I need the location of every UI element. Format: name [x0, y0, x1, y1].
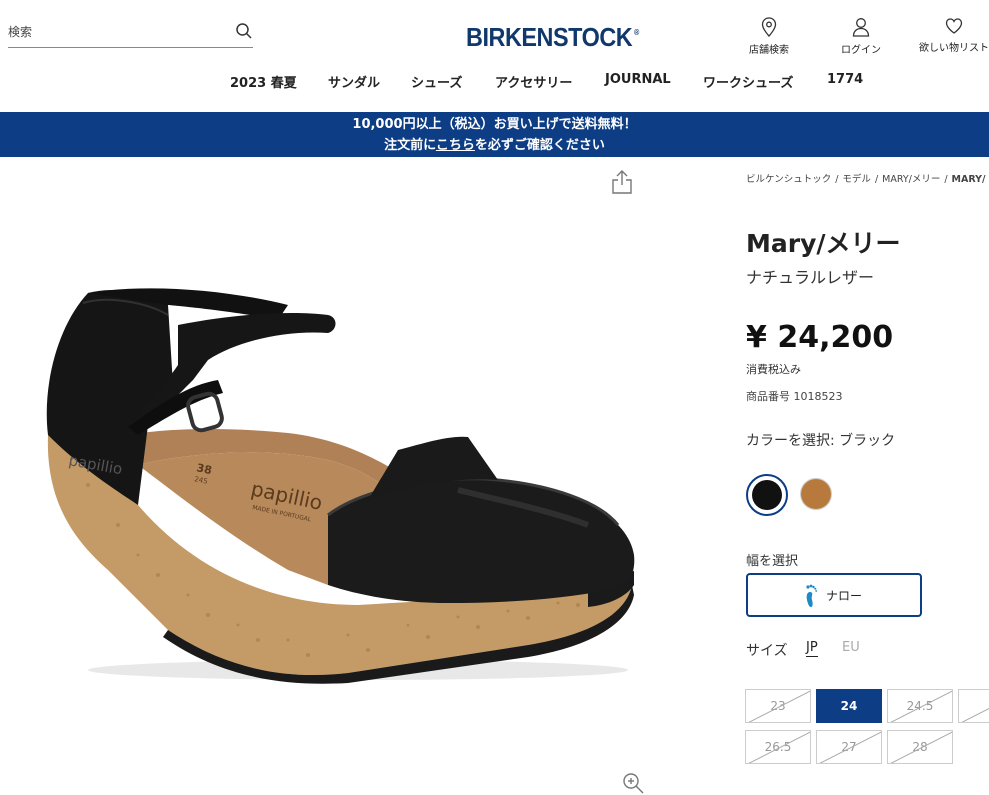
breadcrumb-current: MARY/ [951, 174, 986, 185]
user-icon [852, 18, 870, 37]
store-locator-label: 店舗検索 [749, 45, 789, 56]
nav-item-journal[interactable]: JOURNAL [605, 72, 671, 87]
size-option-partial[interactable] [958, 689, 989, 723]
login-label: ログイン [841, 45, 881, 56]
size-system-eu[interactable]: EU [842, 640, 860, 656]
size-option-27[interactable]: 27 [816, 730, 882, 764]
nav-item-2023-ss[interactable]: 2023 春夏 [230, 72, 297, 91]
color-swatch-black[interactable] [746, 474, 788, 516]
color-label: カラーを選択: ブラック [746, 433, 896, 449]
banner-line-2-suffix: を必ずご確認ください [474, 138, 605, 153]
size-option-23[interactable]: 23 [745, 689, 811, 723]
banner-link[interactable]: こちら [436, 138, 475, 153]
width-option-narrow[interactable]: ナロー [746, 573, 922, 617]
heart-icon [945, 18, 963, 34]
share-icon[interactable] [611, 169, 633, 195]
brand-logo[interactable]: BIRKENSTOCK ® [466, 22, 639, 53]
product-title: Mary/メリー [746, 229, 901, 258]
breadcrumb-item[interactable]: MARY/メリー [882, 174, 940, 185]
nav-item-work-shoes[interactable]: ワークシューズ [703, 72, 793, 91]
size-option-26-5[interactable]: 26.5 [745, 730, 811, 764]
width-label: 幅を選択 [746, 554, 799, 569]
breadcrumb-item[interactable]: ビルケンシュトック [746, 174, 831, 185]
nav-item-1774[interactable]: 1774 [827, 72, 863, 87]
size-system-jp[interactable]: JP [806, 640, 818, 657]
swatch-fill [801, 479, 831, 509]
product-price: ¥ 24,200 [746, 320, 894, 355]
login-button[interactable]: ログイン [826, 17, 896, 56]
width-option-label: ナロー [826, 589, 863, 603]
breadcrumb: ビルケンシュトック / モデル / MARY/メリー / MARY/ [746, 174, 986, 185]
banner-line-2: 注文前にこちらを必ずご確認ください [0, 135, 989, 156]
tax-note: 消費税込み [746, 363, 801, 376]
search-bar [8, 20, 253, 48]
banner-line-1: 10,000円以上（税込）お買い上げで送料無料！ [352, 117, 637, 132]
search-icon[interactable] [235, 22, 253, 40]
registered-mark: ® [634, 28, 639, 37]
product-material: ナチュラルレザー [746, 268, 875, 287]
product-sku: 商品番号 1018523 [746, 390, 843, 403]
nav-item-sandals[interactable]: サンダル [328, 72, 380, 91]
swatch-fill [752, 480, 782, 510]
nav-item-accessories[interactable]: アクセサリー [495, 72, 572, 91]
shipping-banner: 10,000円以上（税込）お買い上げで送料無料！ 注文前にこちらを必ずご確認くだ… [0, 112, 989, 157]
store-locator-button[interactable]: 店舗検索 [734, 17, 804, 56]
wishlist-label: 欲しい物リスト [919, 43, 989, 54]
size-option-24-5[interactable]: 24.5 [887, 689, 953, 723]
location-pin-icon [761, 17, 777, 37]
size-label: サイズ [746, 643, 788, 659]
zoom-icon[interactable] [621, 771, 645, 795]
foot-icon [806, 584, 818, 607]
banner-line-2-prefix: 注文前に [384, 138, 436, 153]
wishlist-button[interactable]: 欲しい物リスト [912, 17, 989, 54]
size-option-24[interactable]: 24 [816, 689, 882, 723]
product-image: papillio 38 245 papillio MADE IN PORTUGA… [46, 288, 635, 684]
color-swatch-tan[interactable] [800, 478, 832, 510]
logo-text: BIRKENSTOCK [466, 22, 633, 52]
search-input[interactable] [8, 25, 218, 39]
size-option-28[interactable]: 28 [887, 730, 953, 764]
nav-item-shoes[interactable]: シューズ [411, 72, 462, 91]
breadcrumb-item[interactable]: モデル [842, 174, 871, 185]
